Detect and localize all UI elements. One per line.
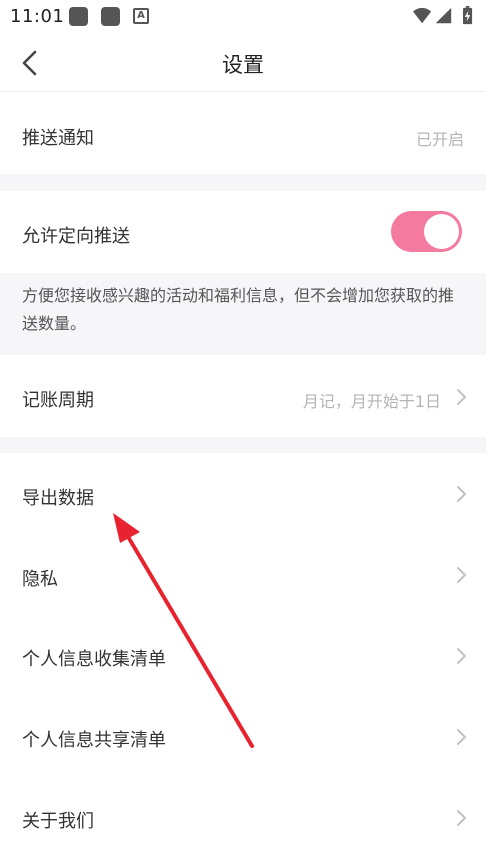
chevron-right-icon <box>457 567 466 583</box>
push-notification-label: 推送通知 <box>22 128 94 149</box>
keyboard-notification-icon: A <box>133 8 149 24</box>
app-notification-icon <box>69 7 88 26</box>
personal-info-sharing-label: 个人信息共享清单 <box>22 730 166 751</box>
chevron-right-icon <box>457 810 466 826</box>
system-status-icons <box>413 6 473 25</box>
billing-cycle-value: 月记，月开始于1日 <box>302 392 441 411</box>
chevron-right-icon <box>457 486 466 502</box>
push-notification-row[interactable]: 推送通知 已开启 <box>0 93 486 174</box>
personal-info-collection-row[interactable]: 个人信息收集清单 <box>0 615 486 696</box>
targeted-push-description-box: 方便您接收感兴趣的活动和福利信息，但不会增加您获取的推送数量。 <box>0 273 486 355</box>
chevron-right-icon <box>457 389 466 405</box>
export-data-row[interactable]: 导出数据 <box>0 453 486 535</box>
privacy-label: 隐私 <box>22 569 58 590</box>
status-bar: 11:01 A <box>0 0 486 32</box>
section-divider <box>0 174 486 191</box>
push-notification-status: 已开启 <box>415 130 464 149</box>
targeted-push-label: 允许定向推送 <box>22 226 130 247</box>
section-divider <box>0 437 486 453</box>
about-us-row[interactable]: 关于我们 <box>0 777 486 859</box>
privacy-row[interactable]: 隐私 <box>0 535 486 615</box>
signal-icon <box>435 7 452 24</box>
personal-info-collection-label: 个人信息收集清单 <box>22 649 166 670</box>
targeted-push-toggle[interactable] <box>391 211 462 252</box>
app-notification-icon <box>101 7 120 26</box>
page-title: 设置 <box>222 53 264 77</box>
billing-cycle-label: 记账周期 <box>22 390 94 411</box>
chevron-right-icon <box>457 729 466 745</box>
targeted-push-description: 方便您接收感兴趣的活动和福利信息，但不会增加您获取的推送数量。 <box>22 286 455 333</box>
personal-info-sharing-row[interactable]: 个人信息共享清单 <box>0 696 486 777</box>
export-data-label: 导出数据 <box>22 488 94 509</box>
wifi-icon <box>413 7 432 24</box>
toggle-knob <box>424 214 459 249</box>
billing-cycle-row[interactable]: 记账周期 月记，月开始于1日 <box>0 355 486 437</box>
status-time: 11:01 <box>10 6 65 27</box>
nav-bar: 设置 <box>0 32 486 92</box>
about-us-label: 关于我们 <box>22 811 94 832</box>
chevron-right-icon <box>457 648 466 664</box>
